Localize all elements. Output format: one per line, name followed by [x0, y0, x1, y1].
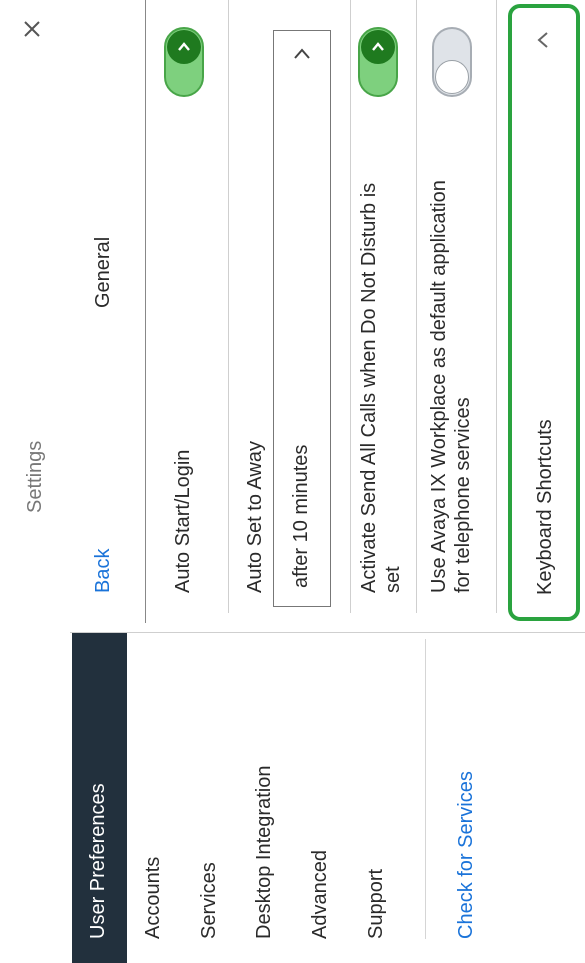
auto-away-value: after 10 minutes [290, 444, 312, 588]
keyboard-shortcuts-label: Keyboard Shortcuts [534, 419, 556, 595]
row-divider [496, 0, 497, 613]
default-app-toggle[interactable] [432, 27, 472, 97]
window-title: Settings [24, 440, 46, 513]
sidebar-item-label: User Preferences [87, 783, 109, 939]
auto-start-toggle[interactable] [164, 27, 204, 97]
chevron-right-icon [294, 48, 310, 59]
keyboard-shortcuts-row[interactable]: Keyboard Shortcuts [508, 4, 580, 621]
back-button[interactable]: Back [92, 549, 115, 593]
toggle-knob [435, 60, 469, 94]
send-all-calls-label-cont: set [382, 566, 404, 593]
sidebar-item-services[interactable]: Services [198, 862, 221, 939]
send-all-calls-toggle[interactable] [358, 27, 398, 97]
panel-title: General [92, 236, 114, 308]
row-divider [228, 0, 229, 613]
sidebar-item-advanced[interactable]: Advanced [309, 850, 332, 939]
settings-sidebar: User Preferences Accounts Services Deskt… [0, 633, 585, 963]
sidebar-item-user-preferences[interactable]: User Preferences [72, 633, 127, 963]
sidebar-divider [425, 639, 426, 939]
chevron-right-icon [372, 42, 384, 51]
row-divider [416, 0, 417, 613]
auto-away-select[interactable]: after 10 minutes [273, 30, 331, 607]
header-divider [145, 0, 146, 623]
sidebar-item-desktop-integration[interactable]: Desktop Integration [253, 766, 276, 939]
send-all-calls-label: Activate Send All Calls when Do Not Dist… [358, 182, 380, 593]
chevron-right-icon [178, 42, 190, 51]
row-divider [350, 0, 351, 613]
sidebar-item-accounts[interactable]: Accounts [142, 857, 165, 939]
check-for-services-link[interactable]: Check for Services [455, 771, 478, 939]
panel-divider [70, 632, 585, 633]
auto-start-label: Auto Start/Login [172, 449, 194, 593]
toggle-knob [167, 30, 201, 64]
settings-window: User Preferences Accounts Services Deskt… [0, 0, 585, 963]
chevron-up-icon [537, 32, 548, 48]
default-app-label-cont: for telephone services [452, 397, 474, 593]
default-app-label: Use Avaya IX Workplace as default applic… [428, 180, 450, 593]
auto-away-label: Auto Set to Away [244, 441, 266, 593]
toggle-knob [361, 30, 395, 64]
close-icon[interactable] [20, 17, 44, 41]
sidebar-item-support[interactable]: Support [365, 869, 388, 939]
